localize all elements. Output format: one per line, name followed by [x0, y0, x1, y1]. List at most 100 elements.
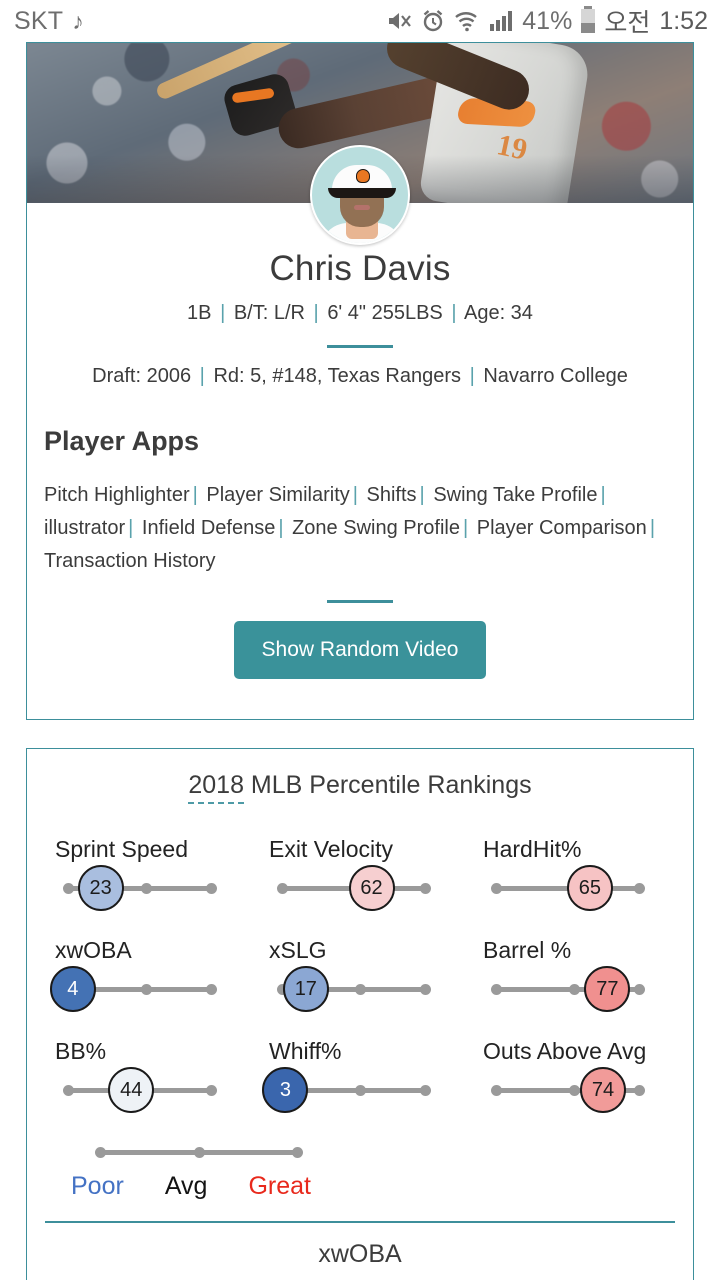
- app-separator-8: |: [649, 517, 656, 539]
- metric-value-bubble[interactable]: 4: [49, 966, 96, 1012]
- slider-dot-min: [491, 984, 502, 995]
- metric-slider[interactable]: 77: [477, 966, 671, 1012]
- slider-dot-max: [420, 883, 431, 894]
- player-headshot-avatar: [310, 145, 410, 245]
- metric-slider[interactable]: 17: [263, 966, 457, 1012]
- draft-team: Texas Rangers: [327, 365, 462, 387]
- metric-label: Barrel %: [483, 937, 572, 963]
- app-link-player-similarity[interactable]: Player Similarity: [206, 484, 349, 506]
- player-height-weight: 6' 4" 255LBS: [327, 302, 443, 324]
- chart-divider: [45, 1221, 675, 1223]
- metric-value-bubble[interactable]: 62: [348, 865, 395, 911]
- slider-dot-max: [634, 883, 645, 894]
- metric-slider[interactable]: 23: [49, 865, 243, 911]
- slider-dot-max: [206, 984, 217, 995]
- metric-xslg[interactable]: xSLG 17: [253, 925, 467, 1026]
- metric-label: BB%: [55, 1038, 107, 1064]
- chart-title: xwOBA: [318, 1240, 402, 1268]
- app-link-zone-swing-profile[interactable]: Zone Swing Profile: [292, 517, 460, 539]
- metric-barrel-pct[interactable]: Barrel % 77: [467, 925, 681, 1026]
- headshot-cap-brim: [328, 188, 396, 198]
- show-random-video-button[interactable]: Show Random Video: [233, 621, 487, 679]
- separator-1: |: [220, 302, 226, 324]
- metric-exit-velocity[interactable]: Exit Velocity 62: [253, 824, 467, 925]
- metric-value-bubble[interactable]: 44: [108, 1067, 155, 1113]
- app-separator-5: |: [128, 517, 134, 539]
- metric-value-bubble[interactable]: 65: [566, 865, 613, 911]
- metric-slider[interactable]: 74: [477, 1067, 671, 1113]
- slider-dot-min: [491, 883, 502, 894]
- app-separator-2: |: [352, 484, 358, 506]
- app-separator-4: |: [600, 484, 606, 506]
- app-link-transaction-history[interactable]: Transaction History: [44, 550, 216, 572]
- slider-dot-mid: [355, 1085, 366, 1096]
- season-year-selector[interactable]: 2018: [188, 771, 244, 804]
- legend-label-great: Great: [248, 1172, 311, 1200]
- percentile-legend: Poor Avg Great: [27, 1127, 693, 1201]
- music-note-icon: ♪: [72, 7, 84, 34]
- percentile-title-rest: MLB Percentile Rankings: [243, 771, 532, 799]
- metric-whiff-pct[interactable]: Whiff% 3: [253, 1026, 467, 1127]
- battery-percent-label: 41%: [522, 6, 573, 35]
- metric-slider[interactable]: 62: [263, 865, 457, 911]
- metric-slider[interactable]: 4: [49, 966, 243, 1012]
- legend-labels: Poor Avg Great: [71, 1172, 311, 1201]
- metric-label: Exit Velocity: [269, 836, 393, 862]
- app-link-shifts[interactable]: Shifts: [367, 484, 417, 506]
- player-bats-throws: B/T: L/R: [233, 302, 305, 324]
- chart-plot-area: [45, 1269, 675, 1280]
- metric-label: Whiff%: [269, 1038, 342, 1064]
- status-bar-left: SKT ♪: [14, 7, 84, 36]
- metric-outs-above-avg[interactable]: Outs Above Avg 74: [467, 1026, 681, 1127]
- app-separator-3: |: [419, 484, 425, 506]
- slider-dot-max: [634, 984, 645, 995]
- legend-slider: [93, 1145, 305, 1161]
- app-link-infield-defense[interactable]: Infield Defense: [142, 517, 275, 539]
- metric-value-bubble[interactable]: 17: [282, 966, 329, 1012]
- metric-value-bubble[interactable]: 77: [584, 966, 631, 1012]
- player-apps-links: Pitch Highlighter | Player Similarity | Sh…: [44, 479, 676, 578]
- slider-dot-mid: [355, 984, 366, 995]
- battery-icon: [581, 6, 596, 33]
- metric-hardhit-pct[interactable]: HardHit% 65: [467, 824, 681, 925]
- status-bar-right: 41% 오전 1:52: [386, 3, 708, 39]
- metric-slider[interactable]: 3: [262, 1067, 457, 1113]
- metric-label: HardHit%: [483, 836, 582, 862]
- app-link-swing-take-profile[interactable]: Swing Take Profile: [433, 484, 597, 506]
- metric-bb-pct[interactable]: BB% 44: [39, 1026, 253, 1127]
- player-attributes-line: 1B | B/T: L/R | 6' 4" 255LBS | Age: 34: [45, 302, 675, 325]
- player-card: 19 Chris Davis 1B | B/T: L/R | 6' 4" 255…: [26, 42, 694, 720]
- signal-icon: [489, 10, 513, 32]
- app-link-player-comparison[interactable]: Player Comparison: [477, 517, 647, 539]
- percentile-metrics-grid: Sprint Speed 23 Exit Velocity 62 HardHit…: [27, 800, 693, 1127]
- metric-value-bubble[interactable]: 74: [580, 1067, 627, 1113]
- metric-label: Sprint Speed: [55, 836, 188, 862]
- percentile-rankings-card: 2018 MLB Percentile Rankings Sprint Spee…: [26, 748, 694, 1280]
- wifi-icon: [454, 10, 480, 32]
- legend-dot-max: [292, 1147, 303, 1158]
- app-separator-6: |: [278, 517, 284, 539]
- metric-slider[interactable]: 44: [49, 1067, 243, 1113]
- page-title: Chris Davis: [269, 249, 451, 288]
- player-draft-line: Draft: 2006 | Rd: 5, #148, Texas Rangers…: [45, 365, 675, 388]
- metric-value-bubble[interactable]: 23: [77, 865, 124, 911]
- slider-dot-min: [491, 1085, 502, 1096]
- app-link-pitch-highlighter[interactable]: Pitch Highlighter: [44, 484, 190, 506]
- metric-slider[interactable]: 65: [477, 865, 671, 911]
- alarm-icon: [421, 9, 445, 33]
- separator-4: |: [199, 365, 205, 387]
- carrier-label: SKT: [14, 6, 64, 35]
- app-link-illustrator[interactable]: illustrator: [44, 517, 125, 539]
- metric-label: xwOBA: [55, 937, 132, 963]
- draft-label: Draft:: [92, 365, 142, 387]
- metric-value-bubble[interactable]: 3: [262, 1067, 309, 1113]
- slider-dot-mid: [141, 883, 152, 894]
- metric-xwoba[interactable]: xwOBA 4: [39, 925, 253, 1026]
- random-video-button-container: Show Random Video: [44, 578, 676, 719]
- separator-2: |: [313, 302, 319, 324]
- slider-dot-min: [277, 883, 288, 894]
- app-separator-7: |: [462, 517, 469, 539]
- metric-label: Outs Above Avg: [483, 1038, 647, 1064]
- metric-sprint-speed[interactable]: Sprint Speed 23: [39, 824, 253, 925]
- clock-ampm-label: 오전: [604, 9, 651, 37]
